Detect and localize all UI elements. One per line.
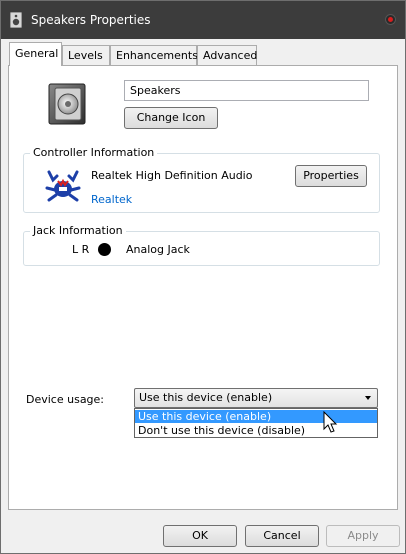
device-name-input[interactable] [124,80,369,101]
tab-levels[interactable]: Levels [62,45,110,65]
jack-information-label: Jack Information [30,224,126,237]
tab-enhancements[interactable]: Enhancements [110,45,198,65]
device-usage-option-enable-label: Use this device (enable) [138,410,272,423]
jack-type: Analog Jack [126,243,190,256]
device-usage-option-disable[interactable]: Don't use this device (disable) [135,424,377,437]
cancel-button-label: Cancel [263,529,301,542]
speakers-properties-window: Speakers Properties General Levels Enhan… [0,0,406,554]
change-icon-button-label: Change Icon [136,111,206,124]
device-usage-dropdown-list: Use this device (enable) Don't use this … [134,408,378,438]
jack-channels: L R [72,243,90,256]
tab-levels-label: Levels [68,49,103,62]
mouse-pointer-icon [323,411,338,433]
window-title: Speakers Properties [31,13,151,27]
controller-name: Realtek High Definition Audio [91,169,253,182]
device-usage-select[interactable]: Use this device (enable) [134,388,378,408]
cancel-button[interactable]: Cancel [245,525,319,547]
tab-general-label: General [15,47,59,60]
realtek-crab-logo-icon [45,170,81,202]
tab-enhancements-label: Enhancements [116,49,198,62]
change-icon-button[interactable]: Change Icon [124,107,218,129]
controller-properties-button-label: Properties [303,169,359,182]
general-tab-panel [8,65,398,510]
ok-button[interactable]: OK [163,525,237,547]
title-bar[interactable]: Speakers Properties [1,1,405,39]
device-usage-selected-value: Use this device (enable) [139,391,273,404]
device-usage-option-disable-label: Don't use this device (disable) [138,424,306,437]
chevron-down-icon [365,396,371,400]
apply-button[interactable]: Apply [326,525,400,547]
ok-button-label: OK [192,529,208,542]
device-usage-option-enable[interactable]: Use this device (enable) [135,410,377,423]
speaker-device-icon [10,12,22,28]
device-usage-label: Device usage: [26,393,105,406]
controller-properties-button[interactable]: Properties [295,165,367,187]
close-icon[interactable] [385,14,396,25]
jack-color-dot [98,243,111,256]
tab-general[interactable]: General [9,42,62,66]
realtek-link[interactable]: Realtek [91,193,132,206]
apply-button-label: Apply [347,529,379,542]
tab-advanced[interactable]: Advanced [197,45,257,65]
tab-advanced-label: Advanced [203,49,258,62]
speaker-icon [48,83,86,125]
controller-information-label: Controller Information [30,146,158,159]
